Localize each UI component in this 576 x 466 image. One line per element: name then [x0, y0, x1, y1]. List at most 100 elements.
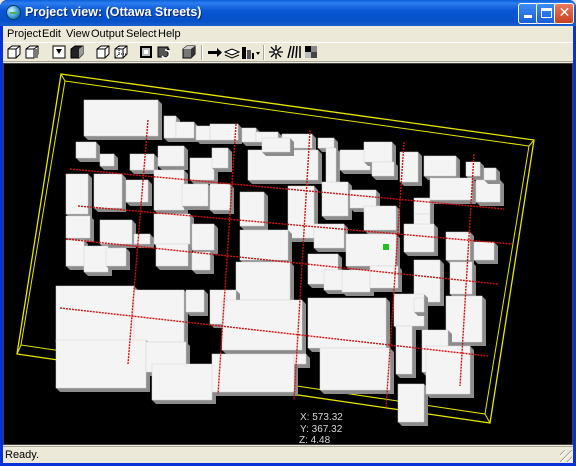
building-roof: [473, 241, 495, 261]
resize-grip-icon[interactable]: [560, 450, 572, 462]
building-roof: [221, 299, 303, 351]
building-roof: [83, 245, 109, 273]
building-roof: [261, 137, 291, 153]
shaded-cube-icon[interactable]: [181, 44, 197, 60]
wireframe-cube-alt-icon[interactable]: [113, 44, 129, 60]
building-roof: [413, 297, 425, 313]
building-roof: [153, 169, 185, 211]
3d-viewport[interactable]: X: 573.32 Y: 367.32: [3, 63, 573, 445]
building-roof: [93, 173, 123, 209]
wireframe-cube-icon[interactable]: [95, 44, 111, 60]
building-roof: [209, 123, 239, 141]
building-roof: [151, 363, 213, 401]
menu-bar: Project Edit View Output Select Help: [3, 26, 573, 42]
menu-help[interactable]: Help: [158, 27, 181, 41]
status-bar: Ready.: [3, 446, 573, 463]
building-roof: [65, 215, 91, 239]
title-bar[interactable]: Project view: (Ottawa Streets) ✕: [0, 0, 576, 26]
building-roof: [241, 127, 257, 143]
view-side-cube-icon[interactable]: [24, 44, 40, 60]
building-roof: [175, 121, 195, 139]
move-right-icon[interactable]: [207, 44, 223, 60]
building-roof: [319, 347, 391, 391]
application-window: Project view: (Ottawa Streets) ✕ Project…: [0, 0, 576, 466]
building-roof: [403, 223, 435, 253]
building-roof: [195, 125, 211, 141]
building-roof: [163, 115, 177, 139]
building-roof: [75, 141, 97, 159]
bounding-box-edge: [484, 413, 491, 424]
buildings-dropdown-icon[interactable]: [241, 44, 261, 60]
building-roof: [429, 177, 473, 201]
coordinate-y: Y: 367.32: [300, 424, 343, 435]
menu-edit[interactable]: Edit: [42, 27, 61, 41]
building-roof: [209, 183, 231, 211]
building-roof: [125, 179, 149, 203]
menu-project[interactable]: Project: [7, 27, 41, 41]
render-icon[interactable]: [138, 44, 154, 60]
light-burst-icon[interactable]: [268, 44, 284, 60]
building-roof: [99, 219, 133, 245]
building-roof: [423, 155, 457, 177]
building-roof: [105, 247, 127, 267]
building-roof: [369, 265, 399, 289]
building-roof: [65, 173, 89, 215]
status-text: Ready.: [5, 449, 40, 461]
building-roof: [189, 157, 215, 181]
building-roof: [235, 261, 291, 301]
maximize-icon: [541, 8, 552, 18]
building-roof: [449, 261, 473, 295]
close-icon: ✕: [558, 5, 571, 21]
view-top-cube-icon[interactable]: [51, 44, 67, 60]
building-roof: [185, 289, 205, 313]
building-roof: [211, 147, 229, 169]
building-roof: [129, 153, 155, 171]
building-roof: [211, 353, 295, 393]
building-roof: [371, 161, 395, 177]
toolbar: [3, 42, 573, 62]
building-roof: [397, 383, 425, 423]
coordinate-x: X: 573.32: [300, 412, 343, 423]
building-roof: [323, 269, 345, 291]
building-roof: [133, 289, 185, 343]
building-roof: [395, 325, 413, 375]
building-roof: [155, 243, 189, 267]
close-button[interactable]: ✕: [554, 3, 574, 24]
building-roof: [239, 229, 289, 261]
city-model-scene[interactable]: [4, 64, 572, 444]
coordinate-z: Z: 4.48: [299, 435, 331, 446]
app-globe-icon[interactable]: [6, 5, 21, 20]
toolbar-separator: [201, 45, 203, 60]
building-roof: [133, 233, 151, 245]
menu-output[interactable]: Output: [91, 27, 124, 41]
building-roof: [181, 183, 209, 207]
menu-view[interactable]: View: [66, 27, 90, 41]
building-roof: [157, 145, 185, 167]
building-roof: [191, 251, 211, 271]
view-front-cube-icon[interactable]: [6, 44, 22, 60]
building-roof: [413, 197, 431, 215]
toolbar-separator: [263, 45, 265, 60]
building-roof: [321, 181, 349, 217]
building-roof: [363, 205, 397, 231]
rays-icon[interactable]: [286, 44, 302, 60]
rotate-render-icon[interactable]: [156, 44, 172, 60]
building-roof: [55, 285, 135, 343]
building-roof: [153, 213, 191, 245]
layers-icon[interactable]: [224, 44, 240, 60]
window-title: Project view: (Ottawa Streets): [25, 5, 202, 19]
building-roof: [483, 167, 497, 181]
building-roof: [325, 147, 337, 183]
building-roof: [363, 141, 393, 163]
cursor-marker: [383, 244, 389, 250]
building-roof: [65, 239, 85, 267]
building-roof: [191, 223, 215, 251]
menu-select[interactable]: Select: [126, 27, 157, 41]
building-roof: [349, 189, 377, 209]
solid-cube-icon[interactable]: [69, 44, 85, 60]
building-roof: [445, 231, 471, 261]
building-roof: [55, 339, 147, 389]
building-roof: [341, 269, 371, 293]
texture-icon[interactable]: [303, 44, 319, 60]
minimize-icon: [524, 15, 532, 18]
